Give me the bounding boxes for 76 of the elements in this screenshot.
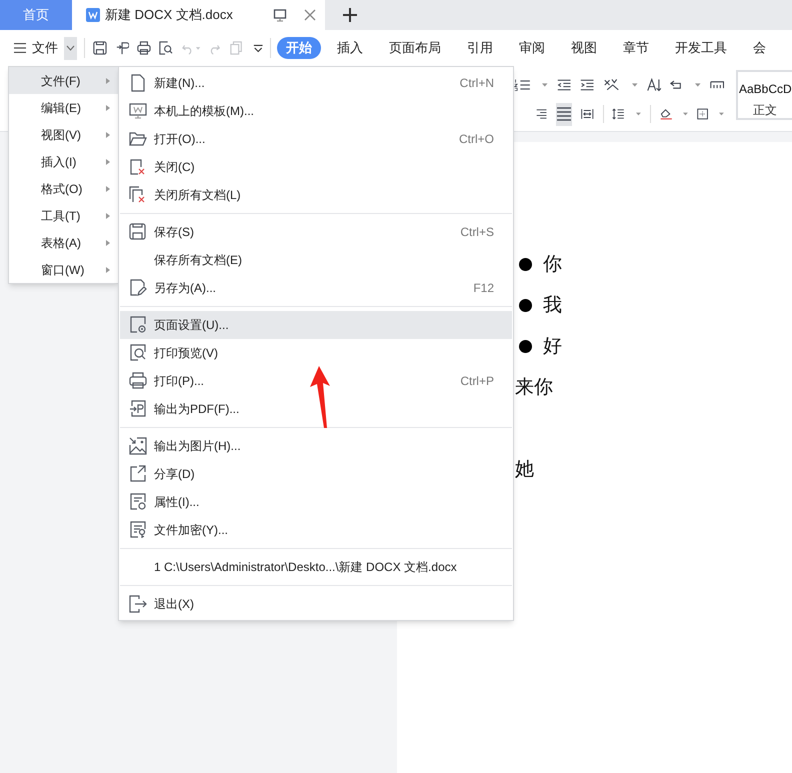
menu-item[interactable]: 表格(A) (9, 229, 118, 256)
submenu-item[interactable]: 1 C:\Users\Administrator\Deskto...\新建 DOCX 文档.docx (120, 553, 512, 581)
shortcut-text: Ctrl+N (460, 75, 494, 92)
submenu-item-label: 另存为(A)... (154, 280, 217, 297)
menu-item-label: 工具(T) (41, 208, 82, 224)
shortcut-text: Ctrl+P (460, 373, 494, 390)
menu-item-label: 表格(A) (41, 234, 82, 252)
submenu-item-label: 关闭所有文档(L) (154, 187, 242, 204)
submenu-item-label: 新建(N)... (154, 75, 206, 92)
submenu-item[interactable]: 关闭所有文档(L) (120, 181, 512, 209)
submenu-item-label: 打印(P)... (154, 373, 205, 390)
ribbon-tab[interactable]: 视图 (571, 38, 598, 58)
ribbon-tab[interactable]: 引用 (467, 38, 494, 58)
submenu-item[interactable]: 本机上的模板(M)... (120, 97, 512, 125)
paragraph-text: 好 (543, 334, 562, 360)
submenu-item-label: 输出为PDF(F)... (154, 401, 240, 418)
paragraph-text: 来你 (515, 375, 553, 400)
submenu-item-label: 保存所有文档(E) (154, 252, 243, 269)
menu-item-label: 窗口(W) (41, 262, 86, 278)
menu-item[interactable]: 编辑(E) (9, 94, 118, 121)
submenu-item-label: 页面设置(U)... (154, 317, 230, 334)
shortcut-text: F12 (473, 280, 494, 297)
submenu-item-label: 打印预览(V) (154, 345, 219, 362)
ribbon-tab[interactable]: 会 (753, 38, 766, 58)
submenu-item-label: 1 C:\Users\Administrator\Deskto...\新建 DOCX 文档.docx (154, 559, 458, 576)
submenu-item[interactable]: 保存(S) Ctrl+S (120, 218, 512, 246)
ribbon-tab[interactable]: 审阅 (519, 38, 546, 58)
document-tab[interactable]: 新建 DOCX 文档.docx (72, 0, 325, 30)
submenu-item[interactable]: 打开(O)... Ctrl+O (120, 125, 512, 153)
style-name: 正文 (753, 102, 777, 118)
menu-item-label: 视图(V) (41, 126, 82, 144)
menu-item-label: 文件(F) (41, 72, 82, 90)
submenu-item-label: 分享(D) (154, 466, 196, 483)
style-preview: AaBbCcD (738, 81, 792, 98)
submenu-item[interactable]: 分享(D) (120, 460, 512, 488)
submenu-item-label: 属性(I)... (154, 494, 200, 511)
submenu-item-label: 文件加密(Y)... (154, 522, 229, 539)
submenu-item-label: 本机上的模板(M)... (154, 103, 255, 120)
submenu-item[interactable]: 打印(P)... Ctrl+P (120, 367, 512, 395)
menu-item-label: 格式(O) (41, 180, 84, 198)
menu-item[interactable]: 窗口(W) (9, 256, 118, 283)
submenu-item[interactable]: 文件加密(Y)... (120, 516, 512, 544)
ribbon-tab[interactable]: 章节 (623, 38, 650, 58)
submenu-item[interactable]: 输出为图片(H)... (120, 432, 512, 460)
shortcut-text: Ctrl+S (460, 224, 494, 241)
ribbon-tab[interactable]: 开发工具 (675, 38, 728, 58)
submenu-item[interactable]: 另存为(A)... F12 (120, 274, 512, 302)
submenu-item[interactable]: 新建(N)... Ctrl+N (120, 69, 512, 97)
style-gallery[interactable]: AaBbCcD 正文 (736, 70, 792, 120)
ribbon-tab[interactable]: 页面布局 (389, 38, 442, 58)
menu-item-label: 编辑(E) (41, 100, 82, 116)
submenu-item[interactable]: 关闭(C) (120, 153, 512, 181)
submenu-item-label: 退出(X) (154, 596, 195, 613)
menu-item[interactable]: 文件(F) (9, 67, 118, 94)
submenu-item[interactable]: 属性(I)... (120, 488, 512, 516)
menu-item-label: 插入(I) (41, 154, 78, 170)
submenu-item-label: 打开(O)... (154, 131, 206, 148)
submenu-item[interactable]: 退出(X) (120, 590, 512, 618)
shortcut-text: Ctrl+O (458, 131, 494, 148)
submenu-item[interactable]: 输出为PDF(F)... (120, 395, 512, 423)
menu-item[interactable]: 格式(O) (9, 175, 118, 202)
menu-item[interactable]: 工具(T) (9, 202, 118, 229)
file-menu-button[interactable]: 文件 (32, 38, 58, 58)
submenu-item[interactable]: 保存所有文档(E) (120, 246, 512, 274)
ribbon-tab[interactable]: 插入 (337, 38, 364, 58)
submenu-item-label: 保存(S) (154, 224, 195, 241)
paragraph-text: 我 (543, 293, 562, 318)
paragraph-text: 你 (543, 252, 562, 278)
tab-title: 新建 DOCX 文档.docx (105, 6, 233, 24)
menu-item[interactable]: 插入(I) (9, 148, 118, 175)
submenu-item-label: 输出为图片(H)... (154, 438, 242, 455)
submenu-item-label: 关闭(C) (154, 159, 196, 176)
submenu-item[interactable]: 打印预览(V) (120, 339, 512, 367)
paragraph-text: 她 (515, 457, 534, 482)
menu-item[interactable]: 视图(V) (9, 121, 118, 148)
submenu-item[interactable]: 页面设置(U)... (120, 311, 512, 339)
